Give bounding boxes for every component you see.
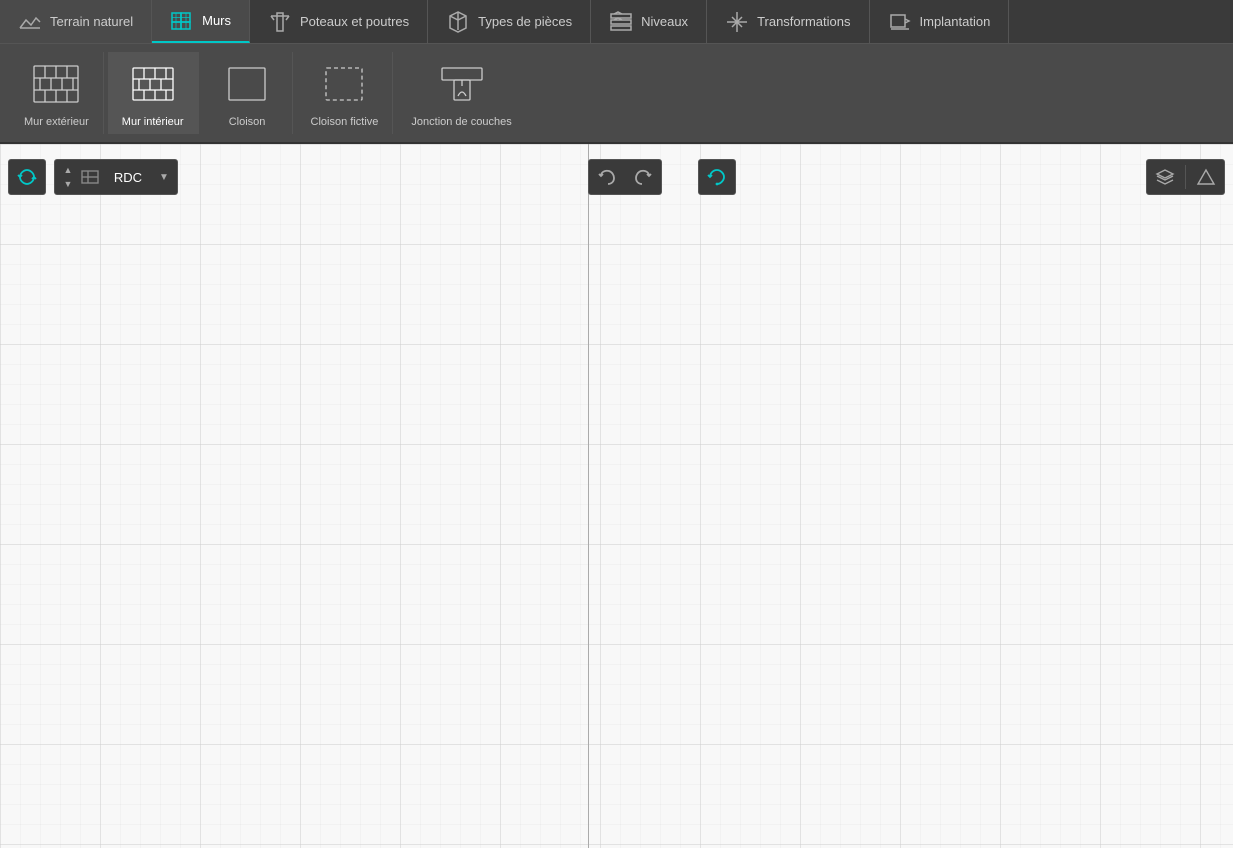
reverse-button[interactable] <box>9 159 45 195</box>
nav-implantation[interactable]: Implantation <box>870 0 1010 43</box>
sub-mur-int-label: Mur intérieur <box>122 116 184 128</box>
nav-murs-label: Murs <box>202 13 231 28</box>
nav-niveaux[interactable]: Niveaux <box>591 0 707 43</box>
level-label: RDC <box>103 170 153 185</box>
nav-terrain[interactable]: Terrain naturel <box>0 0 152 43</box>
sub-mur-ext-label: Mur extérieur <box>24 116 89 128</box>
layers-button[interactable] <box>1147 159 1183 195</box>
mur-int-icon <box>127 58 179 110</box>
undo-button[interactable] <box>589 159 625 195</box>
implantation-icon <box>888 10 912 34</box>
nav-poteaux-label: Poteaux et poutres <box>300 14 409 29</box>
nav-transformations[interactable]: Transformations <box>707 0 869 43</box>
grid <box>0 144 1233 848</box>
nav-terrain-label: Terrain naturel <box>50 14 133 29</box>
jonction-icon <box>436 58 488 110</box>
types-icon <box>446 10 470 34</box>
cloison-icon <box>221 58 273 110</box>
nav-murs[interactable]: Murs <box>152 0 250 43</box>
level-arrows: ▲ ▼ <box>59 163 77 191</box>
undo-redo-group <box>588 159 662 195</box>
sub-cloison-fictive[interactable]: Cloison fictive <box>297 52 394 134</box>
nav-transformations-label: Transformations <box>757 14 850 29</box>
level-down-arrow[interactable]: ▼ <box>59 177 77 191</box>
nav-poteaux[interactable]: Poteaux et poutres <box>250 0 428 43</box>
level-selector[interactable]: ▲ ▼ RDC ▼ <box>54 159 178 195</box>
terrain-icon <box>18 10 42 34</box>
mur-ext-icon <box>30 58 82 110</box>
sub-cloison[interactable]: Cloison <box>203 52 293 134</box>
sub-cloison-label: Cloison <box>229 116 266 128</box>
level-dropdown-arrow[interactable]: ▼ <box>155 172 173 183</box>
vertical-separator <box>588 144 589 848</box>
murs-icon <box>170 9 194 33</box>
cloison-fictive-icon <box>318 58 370 110</box>
nav-types[interactable]: Types de pièces <box>428 0 591 43</box>
sub-mur-int[interactable]: Mur intérieur <box>108 52 199 134</box>
triangle-button[interactable] <box>1188 159 1224 195</box>
sub-jonction[interactable]: Jonction de couches <box>397 52 525 134</box>
transformations-icon <box>725 10 749 34</box>
poteaux-icon <box>268 10 292 34</box>
redo-button[interactable] <box>625 159 661 195</box>
nav-niveaux-label: Niveaux <box>641 14 688 29</box>
reverse-group <box>8 159 46 195</box>
top-nav: Terrain naturel Murs <box>0 0 1233 44</box>
sub-cloison-fictive-label: Cloison fictive <box>311 116 379 128</box>
sub-toolbar: Mur extérieur Mur intérieur <box>0 44 1233 144</box>
niveaux-icon <box>609 10 633 34</box>
level-up-arrow[interactable]: ▲ <box>59 163 77 177</box>
refresh-group <box>698 159 736 195</box>
view-tools <box>1146 159 1225 195</box>
sub-jonction-label: Jonction de couches <box>411 116 511 128</box>
nav-types-label: Types de pièces <box>478 14 572 29</box>
nav-implantation-label: Implantation <box>920 14 991 29</box>
sub-mur-ext[interactable]: Mur extérieur <box>10 52 104 134</box>
canvas-area[interactable] <box>0 144 1233 848</box>
floor-icon <box>79 166 101 188</box>
refresh-button[interactable] <box>699 159 735 195</box>
